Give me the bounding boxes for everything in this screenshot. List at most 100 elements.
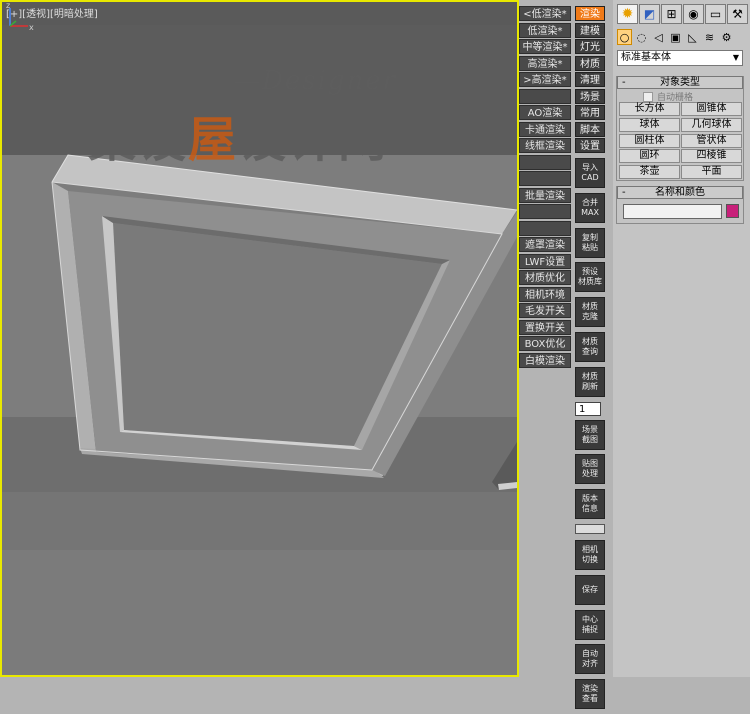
name-color-rollout-header[interactable]: - 名称和颜色 (617, 186, 743, 199)
helpers-subtab[interactable]: ◺ (685, 29, 700, 45)
tool-tab-button[interactable]: 脚本 (575, 121, 605, 137)
geometry-icon: ○ (619, 30, 630, 44)
script-tool-button[interactable]: 材质 克隆 (575, 297, 605, 328)
render-button[interactable]: 白模渲染 (519, 352, 571, 368)
text-field[interactable] (575, 523, 605, 534)
hierarchy-icon: ⊞ (666, 7, 677, 21)
tool-label-line2: 截图 (582, 434, 598, 444)
motion-tab[interactable]: ◉ (683, 4, 704, 24)
script-toolbar: 渲染 建模 灯光 材质 清理 场景 常用 脚本 设置 导入 CAD 合并 MAX 复制 粘贴 预设 材质库 材质… (575, 6, 607, 714)
axis-z-label: z (6, 2, 10, 10)
cameras-subtab[interactable]: ▣ (668, 29, 683, 45)
create-tab[interactable]: ✹ (617, 4, 638, 24)
object-type-button[interactable]: 圆柱体 (619, 133, 680, 148)
object-type-button[interactable]: 球体 (619, 117, 680, 132)
tool-label-line1: 保存 (582, 584, 598, 594)
systems-subtab[interactable]: ⚙ (719, 29, 734, 45)
lights-icon: ◁ (654, 30, 663, 44)
script-tool-button[interactable]: 版本 信息 (575, 489, 605, 520)
script-tool-button[interactable]: 材质 查询 (575, 331, 605, 362)
hierarchy-tab[interactable]: ⊞ (661, 4, 682, 24)
tool-label-line1: 复制 (582, 232, 598, 242)
script-tool-button[interactable]: 材质 刷新 (575, 366, 605, 397)
object-type-button[interactable]: 圆锥体 (681, 102, 742, 116)
tool-tab-button[interactable]: 建模 (575, 22, 605, 38)
utilities-icon: ⚒ (732, 7, 743, 21)
shapes-subtab[interactable]: ◌ (634, 29, 649, 45)
motion-icon: ◉ (688, 7, 699, 21)
object-name-field[interactable] (623, 204, 722, 219)
spacewarps-subtab[interactable]: ≋ (702, 29, 717, 45)
utilities-tab[interactable]: ⚒ (727, 4, 748, 24)
object-type-button[interactable]: 四棱锥 (681, 149, 742, 164)
collapse-sign: - (622, 77, 626, 88)
render-button[interactable]: <低渲染* (519, 6, 571, 21)
object-type-button[interactable]: 管状体 (681, 133, 742, 148)
render-spacer (519, 220, 571, 236)
render-button[interactable]: 遮罩渲染 (519, 237, 571, 252)
tool-label-line2: 粘贴 (582, 242, 598, 252)
render-button[interactable]: 中等渲染* (519, 39, 571, 54)
lights-subtab[interactable]: ◁ (651, 29, 666, 45)
script-tool-button[interactable]: 保存 (575, 574, 605, 605)
dropdown-value: 标准基本体 (621, 52, 671, 63)
tool-label-line1: 导入 (582, 163, 598, 172)
render-button[interactable]: 相机环境 (519, 286, 571, 302)
cameras-icon: ▣ (670, 30, 681, 44)
watermark-part-c: 设计网 (238, 112, 389, 168)
render-button[interactable]: 线框渲染 (519, 138, 571, 153)
watermark-designer-text: —Designer (234, 66, 398, 96)
render-spacer (519, 171, 571, 186)
script-tool-button[interactable]: 中心 捕捉 (575, 609, 605, 640)
helpers-icon: ◺ (688, 30, 697, 44)
tool-label-line2: 信息 (582, 504, 598, 514)
tool-tab-button[interactable]: 清理 (575, 72, 605, 87)
script-tool-button[interactable]: 贴图 处理 (575, 454, 605, 485)
create-subtabs: ○ ◌ ◁ ▣ ◺ ≋ ⚙ (617, 29, 736, 45)
collapse-sign: - (622, 187, 626, 198)
render-button[interactable]: 批量渲染 (519, 187, 571, 203)
tool-label-line2: 切换 (582, 554, 598, 564)
script-tool-button[interactable]: 自动 对齐 (575, 644, 605, 675)
script-tool-button[interactable]: 场景 截图 (575, 419, 605, 450)
render-button[interactable]: 卡通渲染 (519, 121, 571, 137)
quantity-spinner[interactable]: 1 (575, 401, 601, 416)
script-tool-button[interactable]: 复制 粘贴 (575, 227, 605, 258)
display-tab[interactable]: ▭ (705, 4, 726, 24)
perspective-viewport[interactable]: [+][透视][明暗处理] —Designer 集设屋设计网 z x (0, 0, 519, 677)
geometry-subtab[interactable]: ○ (617, 29, 632, 45)
object-type-button[interactable]: 平面 (681, 165, 742, 180)
primitive-type-dropdown[interactable]: 标准基本体 ▼ (617, 50, 743, 66)
script-tool-button[interactable]: 导入 CAD (575, 158, 605, 188)
tool-tab-button[interactable]: 渲染 (575, 6, 605, 21)
tool-tab-button[interactable]: 灯光 (575, 39, 605, 54)
tool-label-line1: 预设 (582, 267, 598, 277)
render-button[interactable]: BOX优化 (519, 336, 571, 351)
render-button[interactable]: 高渲染* (519, 55, 571, 71)
render-button[interactable]: 低渲染* (519, 22, 571, 38)
tool-tab-button[interactable]: 材质 (575, 55, 605, 71)
render-button[interactable]: 材质优化 (519, 270, 571, 285)
tool-label-line2: 材质库 (578, 277, 602, 287)
object-type-button[interactable]: 茶壶 (619, 165, 680, 180)
script-tool-button[interactable]: 预设 材质库 (575, 262, 605, 293)
systems-icon: ⚙ (721, 30, 732, 44)
object-type-button[interactable]: 几何球体 (681, 117, 742, 132)
script-tool-button[interactable]: 渲染 查看 (575, 679, 605, 710)
render-button[interactable]: >高渲染* (519, 72, 571, 87)
render-button[interactable]: LWF设置 (519, 253, 571, 269)
object-type-button[interactable]: 圆环 (619, 149, 680, 164)
render-button[interactable]: 毛发开关 (519, 303, 571, 318)
tool-label-line2: CAD (581, 173, 599, 182)
render-button[interactable]: AO渲染 (519, 105, 571, 120)
object-type-button[interactable]: 长方体 (619, 102, 680, 116)
script-tool-button[interactable]: 相机 切换 (575, 539, 605, 570)
tool-tab-button[interactable]: 场景 (575, 88, 605, 104)
script-tool-button[interactable]: 合并 MAX (575, 192, 605, 223)
render-button[interactable]: 置换开关 (519, 319, 571, 335)
object-color-swatch[interactable] (726, 204, 739, 218)
tool-tab-button[interactable]: 设置 (575, 138, 605, 153)
object-type-rollout-header[interactable]: - 对象类型 (617, 76, 743, 89)
modify-tab[interactable]: ◩ (639, 4, 660, 24)
tool-tab-button[interactable]: 常用 (575, 105, 605, 120)
